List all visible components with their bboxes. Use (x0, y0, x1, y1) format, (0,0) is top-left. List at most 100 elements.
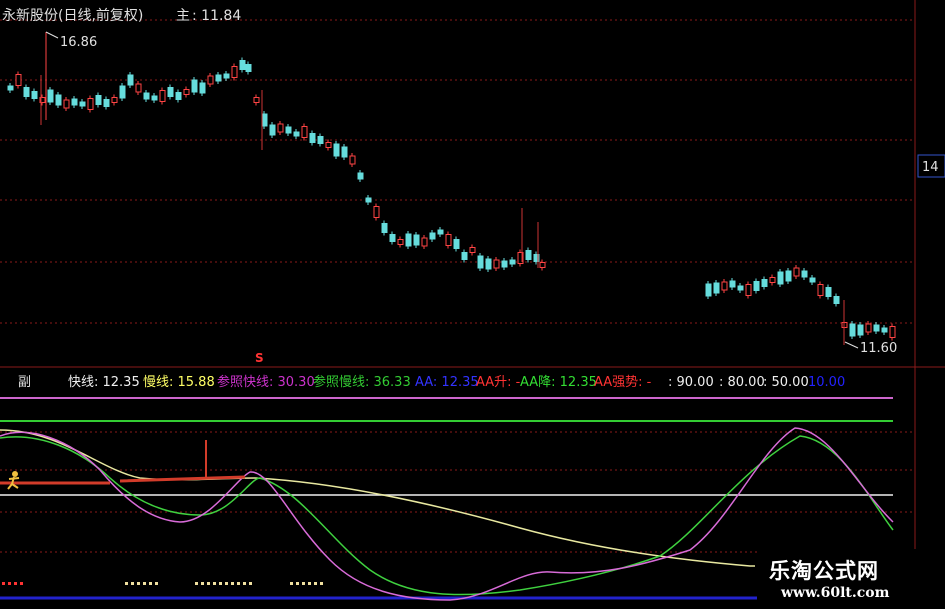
indicator-item: 参照快线: 30.30 (217, 374, 315, 390)
dot-marker (2, 582, 5, 585)
dot-marker (243, 582, 246, 585)
dot-marker (249, 582, 252, 585)
watermark-url: www.60lt.com (781, 585, 890, 601)
candle-body (309, 133, 316, 143)
candle-body (785, 270, 792, 282)
dot-marker (125, 582, 128, 585)
candle-body (817, 284, 824, 296)
candle-body (293, 131, 300, 137)
candle-body (413, 234, 420, 246)
candle-body (183, 89, 190, 95)
candle-body (437, 229, 444, 235)
candle-body (397, 239, 404, 245)
candle-body (501, 260, 508, 268)
runner-icon (7, 471, 20, 490)
main-value: : 11.84 (192, 8, 241, 24)
dot-marker (290, 582, 293, 585)
dot-marker (155, 582, 158, 585)
candle-body (373, 206, 380, 218)
candle-body (285, 126, 292, 134)
indicator-item: 参照慢线: 36.33 (313, 374, 411, 390)
candle-body (825, 287, 832, 297)
candle-body (239, 60, 246, 70)
candle-body (231, 66, 238, 78)
candle-body (381, 223, 388, 233)
candle-body (881, 327, 888, 333)
candle-body (191, 79, 198, 93)
candle-body (389, 234, 396, 242)
aa-signal-line (0, 475, 246, 485)
candle-body (493, 259, 500, 269)
candle-body (453, 239, 460, 249)
candle-body (809, 277, 816, 283)
candle-body (793, 267, 800, 277)
indicator-item: 快线: 12.35 (68, 375, 140, 390)
candle-body (857, 324, 864, 336)
dot-marker (143, 582, 146, 585)
candle-body (167, 87, 174, 97)
ref-slow-line (0, 429, 755, 567)
candle-body (215, 74, 222, 82)
indicator-item: 慢线: 15.88 (143, 374, 215, 390)
candle-body (461, 252, 468, 260)
high-price-label: 16.86 (60, 35, 97, 50)
dot-marker (314, 582, 317, 585)
indicator-item: 10.00 (808, 375, 845, 390)
dot-marker (225, 582, 228, 585)
candle-body (325, 142, 332, 148)
candle-body (7, 85, 14, 91)
candle-body (55, 94, 62, 106)
candle-body (317, 136, 324, 144)
candlestick-series (7, 57, 896, 345)
dot-marker (231, 582, 234, 585)
dot-marker (20, 582, 23, 585)
candle-body (207, 75, 214, 85)
dot-marker (213, 582, 216, 585)
bottom-dot-markers (2, 582, 323, 585)
dot-marker (137, 582, 140, 585)
dot-marker (237, 582, 240, 585)
candle-body (199, 82, 206, 94)
candle-body (269, 124, 276, 136)
dot-marker (14, 582, 17, 585)
indicator-item: AA降: 12.35 (520, 375, 597, 390)
candle-body (111, 97, 118, 103)
stock-title: 永新股份(日线,前复权) (2, 7, 143, 24)
candle-body (485, 258, 492, 270)
candle-body (729, 280, 736, 288)
candle-body (119, 85, 126, 99)
candle-body (429, 232, 436, 240)
indicator-item: AA升: - (476, 375, 521, 390)
panel-label: 副 (18, 375, 31, 390)
candle-body (539, 262, 546, 268)
candle-body (421, 237, 428, 247)
candle-body (737, 285, 744, 291)
candle-body (721, 281, 728, 291)
indicator-item: : 50.00 (763, 375, 809, 390)
indicator-legend: 快线: 12.35 慢线: 15.88 参照快线: 30.30参照慢线: 36.33… (68, 374, 845, 390)
candle-body (47, 89, 54, 103)
candle-body (801, 270, 808, 278)
dot-marker (302, 582, 305, 585)
candle-body (245, 64, 252, 72)
candle-body (79, 101, 86, 107)
candle-body (277, 123, 284, 133)
stock-chart[interactable]: 永新股份(日线,前复权) 主 : 11.84 16.86 11.60 14 副 … (0, 0, 945, 609)
candle-body (301, 126, 308, 138)
candle-body (865, 323, 872, 333)
candle-body (445, 234, 452, 246)
dot-marker (296, 582, 299, 585)
candle-body (833, 296, 840, 304)
candle-body (745, 284, 752, 296)
price-axis-tag: 14 (917, 154, 945, 178)
candle-body (341, 146, 348, 158)
svg-text:14: 14 (922, 160, 939, 175)
candle-body (159, 90, 166, 102)
candle-body (175, 92, 182, 100)
candle-body (509, 259, 516, 265)
dot-marker (131, 582, 134, 585)
dot-marker (207, 582, 210, 585)
candle-body (769, 277, 776, 283)
candle-body (151, 95, 158, 101)
candle-body (349, 155, 356, 165)
